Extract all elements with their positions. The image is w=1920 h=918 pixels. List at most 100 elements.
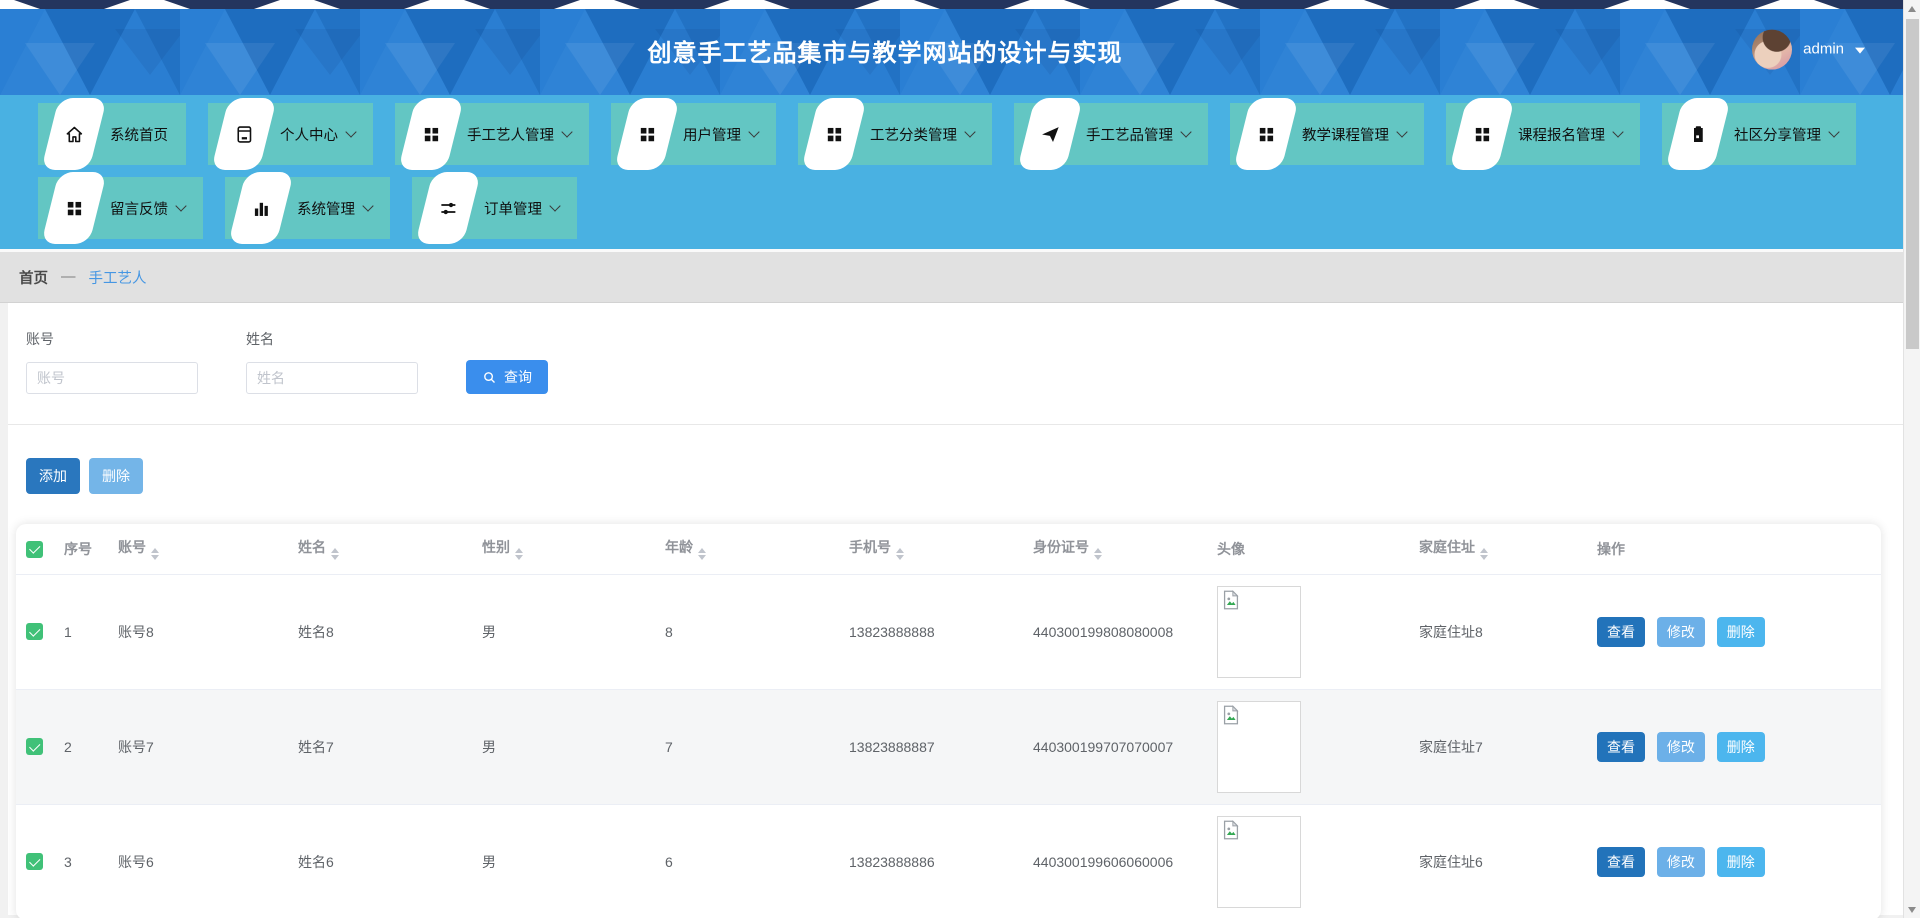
view-button[interactable]: 查看 [1597, 617, 1645, 647]
nav-item[interactable]: 留言反馈 [38, 177, 203, 239]
search-icon [482, 370, 497, 385]
edit-button[interactable]: 修改 [1657, 617, 1705, 647]
nav-item[interactable]: 系统首页 [38, 103, 186, 165]
scroll-down-button[interactable] [1904, 901, 1920, 918]
select-all-checkbox[interactable] [26, 541, 43, 558]
cell-account: 账号7 [110, 689, 290, 804]
nav-item[interactable]: 课程报名管理 [1446, 103, 1640, 165]
col-gender[interactable]: 性别 [474, 524, 657, 574]
view-button[interactable]: 查看 [1597, 732, 1645, 762]
row-delete-button[interactable]: 删除 [1717, 732, 1765, 762]
query-button-label: 查询 [504, 367, 532, 387]
admin-avatar [1752, 29, 1792, 69]
breadcrumb-home-link[interactable]: 首页 [19, 267, 48, 288]
cell-age: 8 [657, 574, 841, 689]
scroll-up-button[interactable] [1904, 0, 1920, 17]
nav-item[interactable]: 手工艺品管理 [1014, 103, 1208, 165]
chevron-down-icon [1180, 126, 1191, 137]
cell-id-number: 440300199808080008 [1025, 574, 1209, 689]
grid-icon [64, 198, 85, 219]
nav-item[interactable]: 手工艺人管理 [395, 103, 589, 165]
nav-item[interactable]: 教学课程管理 [1230, 103, 1424, 165]
nav-icon-badge [1233, 98, 1299, 170]
sort-icons[interactable] [331, 548, 339, 560]
name-input[interactable] [246, 362, 418, 394]
row-delete-button[interactable]: 删除 [1717, 617, 1765, 647]
add-button[interactable]: 添加 [26, 458, 80, 494]
delete-button[interactable]: 删除 [89, 458, 143, 494]
table-row: 3 账号6 姓名6 男 6 13823888886 44030019960606… [16, 804, 1881, 918]
account-label: 账号 [26, 329, 198, 349]
scrollbar-thumb[interactable] [1906, 19, 1919, 349]
admin-user-menu[interactable]: admin [1752, 29, 1865, 69]
col-name[interactable]: 姓名 [290, 524, 474, 574]
nav-row-1: 系统首页 个人中心 手工艺人管理 用户管理 [38, 103, 1882, 165]
nav-item-label: 留言反馈 [110, 198, 168, 219]
artisan-table: 序号 账号 姓名 性别 年龄 手机号 身份证号 头像 家庭住址 操作 1 账号8… [16, 524, 1881, 918]
col-age[interactable]: 年龄 [657, 524, 841, 574]
nav-item[interactable]: 订单管理 [412, 177, 577, 239]
nav-icon-badge [415, 172, 481, 244]
nav-item[interactable]: 工艺分类管理 [798, 103, 992, 165]
send-icon [1040, 124, 1061, 145]
breadcrumb-current-link[interactable]: 手工艺人 [89, 267, 147, 288]
breadcrumb-separator: — [61, 269, 76, 285]
chevron-down-icon [1828, 126, 1839, 137]
cell-id-number: 440300199707070007 [1025, 689, 1209, 804]
sort-icons[interactable] [1480, 548, 1488, 560]
chevron-down-icon [561, 126, 572, 137]
col-phone[interactable]: 手机号 [841, 524, 1025, 574]
nav-item[interactable]: 系统管理 [225, 177, 390, 239]
sort-icons[interactable] [515, 548, 523, 560]
nav-item-label: 用户管理 [683, 124, 741, 145]
row-delete-button[interactable]: 删除 [1717, 847, 1765, 877]
account-input[interactable] [26, 362, 198, 394]
page-header: 创意手工艺品集市与教学网站的设计与实现 admin [0, 0, 1920, 95]
nav-item-label: 手工艺品管理 [1086, 124, 1173, 145]
table-row: 2 账号7 姓名7 男 7 13823888887 44030019970707… [16, 689, 1881, 804]
nav-icon-badge [41, 98, 107, 170]
query-button[interactable]: 查询 [466, 360, 548, 394]
avatar-image-placeholder [1217, 816, 1301, 908]
cell-phone: 13823888888 [841, 574, 1025, 689]
name-label: 姓名 [246, 329, 418, 349]
grid-icon [421, 124, 442, 145]
sort-icons[interactable] [896, 548, 904, 560]
cell-account: 账号8 [110, 574, 290, 689]
vertical-scrollbar[interactable] [1903, 0, 1920, 918]
col-actions: 操作 [1589, 524, 1881, 574]
nav-item-label: 系统管理 [297, 198, 355, 219]
col-address[interactable]: 家庭住址 [1411, 524, 1589, 574]
row-checkbox[interactable] [26, 623, 43, 640]
col-account[interactable]: 账号 [110, 524, 290, 574]
account-field-group: 账号 [26, 329, 198, 394]
cell-index: 1 [56, 574, 110, 689]
chevron-down-icon [549, 200, 560, 211]
home-icon [64, 124, 85, 145]
cell-name: 姓名7 [290, 689, 474, 804]
row-checkbox[interactable] [26, 853, 43, 870]
col-id-number[interactable]: 身份证号 [1025, 524, 1209, 574]
search-panel: 账号 姓名 查询 [8, 303, 1903, 425]
cell-name: 姓名6 [290, 804, 474, 918]
nav-item-label: 社区分享管理 [1734, 124, 1821, 145]
row-checkbox[interactable] [26, 738, 43, 755]
grid-icon [1256, 124, 1277, 145]
nav-item[interactable]: 用户管理 [611, 103, 776, 165]
nav-item-label: 教学课程管理 [1302, 124, 1389, 145]
avatar-image-placeholder [1217, 586, 1301, 678]
nav-item[interactable]: 社区分享管理 [1662, 103, 1856, 165]
sort-icons[interactable] [1094, 548, 1102, 560]
sort-icons[interactable] [151, 548, 159, 560]
cell-phone: 13823888887 [841, 689, 1025, 804]
broken-image-icon [1220, 819, 1242, 841]
avatar-image-placeholder [1217, 701, 1301, 793]
view-button[interactable]: 查看 [1597, 847, 1645, 877]
main-nav: 系统首页 个人中心 手工艺人管理 用户管理 [0, 95, 1920, 249]
card-icon [234, 124, 255, 145]
edit-button[interactable]: 修改 [1657, 732, 1705, 762]
nav-item[interactable]: 个人中心 [208, 103, 373, 165]
edit-button[interactable]: 修改 [1657, 847, 1705, 877]
clipboard-icon [1688, 124, 1709, 145]
sort-icons[interactable] [698, 548, 706, 560]
